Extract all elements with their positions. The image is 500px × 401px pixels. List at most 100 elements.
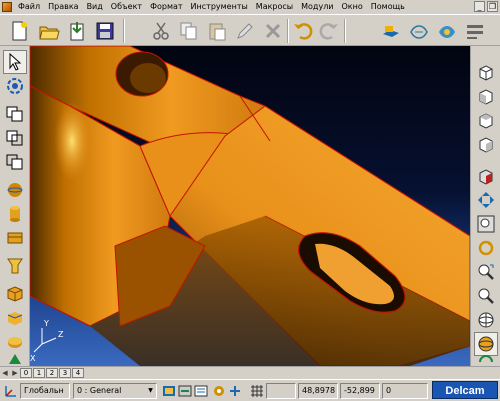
transform-button[interactable] [3, 74, 27, 98]
zoom-window-button[interactable] [474, 212, 498, 236]
menu-edit[interactable]: Правка [44, 0, 82, 14]
undo-button[interactable] [290, 18, 316, 44]
copy-button[interactable] [176, 18, 202, 44]
sphere-button[interactable] [3, 178, 27, 202]
axis-x-label: X [30, 354, 36, 363]
grid-size-field[interactable] [266, 383, 296, 399]
paste-button[interactable] [204, 18, 230, 44]
delcam-logo: Delcam [432, 381, 498, 399]
zoom-fit-button[interactable] [474, 188, 498, 212]
workplane-button[interactable] [2, 383, 20, 399]
view-top-button[interactable] [474, 108, 498, 132]
pan-button[interactable] [474, 260, 498, 284]
view-front-button[interactable] [474, 84, 498, 108]
view-side-button[interactable] [474, 132, 498, 156]
cylinder-button[interactable] [3, 202, 27, 226]
restore-button[interactable]: ❐ [487, 1, 498, 12]
tab-3[interactable]: 3 [59, 368, 71, 378]
settings-icon [467, 25, 483, 39]
tab-1[interactable]: 1 [33, 368, 45, 378]
rotate-icon [478, 240, 494, 256]
cone-button[interactable] [3, 254, 27, 278]
coord-y-field[interactable]: -52,899 [340, 383, 380, 399]
open-file-button[interactable] [36, 18, 62, 44]
tab-scroll-left[interactable]: ◀ [0, 368, 10, 378]
cut-icon [153, 22, 169, 40]
menu-object[interactable]: Объект [107, 0, 146, 14]
grid-button[interactable] [248, 383, 266, 399]
axis-y-label: Y [43, 319, 49, 328]
menu-window[interactable]: Окно [338, 0, 367, 14]
shading-button[interactable] [434, 18, 460, 44]
revolve-button[interactable] [3, 282, 27, 306]
coord-x-field[interactable]: 48,8978 [298, 383, 338, 399]
refresh-button[interactable] [474, 354, 498, 366]
view-side-icon [479, 137, 493, 153]
zoom-window-icon [477, 215, 495, 233]
delete-button[interactable] [260, 18, 286, 44]
level-filter-button[interactable] [192, 383, 210, 399]
zoom-fit-icon [478, 192, 494, 208]
view-front-icon [479, 89, 493, 105]
new-file-button[interactable] [6, 18, 32, 44]
zoom-button[interactable] [474, 284, 498, 308]
sphere-view-button[interactable] [474, 308, 498, 332]
undo-icon [294, 23, 313, 40]
edit-icon [237, 23, 253, 39]
view-cube-icon [479, 169, 493, 185]
new-file-icon [12, 21, 27, 41]
grid-icon [251, 385, 263, 397]
menu-view[interactable]: Вид [83, 0, 107, 14]
properties-icon [383, 26, 399, 37]
workplane-select[interactable]: Глобальн [20, 383, 70, 399]
redo-button[interactable] [316, 18, 342, 44]
menu-macros[interactable]: Макросы [252, 0, 297, 14]
menu-tools[interactable]: Инструменты [187, 0, 252, 14]
menu-bar: Файл Правка Вид Объект Формат Инструмент… [0, 0, 500, 14]
properties-button[interactable] [378, 18, 404, 44]
level-select[interactable]: 0 : General ▼ [73, 383, 157, 399]
save-button[interactable] [92, 18, 118, 44]
menu-file[interactable]: Файл [14, 0, 44, 14]
toolbar-separator [123, 19, 125, 43]
coord-z-value: 0 [386, 386, 392, 395]
coord-z-field[interactable]: 0 [382, 383, 428, 399]
open-file-icon [39, 26, 60, 40]
minimize-button[interactable]: _ [474, 1, 485, 12]
snap-icon [230, 386, 240, 396]
box-subtract-button[interactable] [3, 126, 27, 150]
box-union-button[interactable] [3, 102, 27, 126]
axis-z-label: Z [58, 330, 64, 339]
view-cube-button[interactable] [474, 164, 498, 188]
left-toolbar [0, 46, 30, 366]
window-controls: _ ❐ [474, 1, 498, 12]
tab-scroll-right[interactable]: ▶ [10, 368, 20, 378]
tool-button[interactable] [3, 352, 27, 366]
axis-triad: Y Z X [30, 319, 64, 363]
view-iso-button[interactable] [474, 60, 498, 84]
tab-4[interactable]: 4 [72, 368, 84, 378]
menu-modules[interactable]: Модули [297, 0, 337, 14]
rotate-button[interactable] [474, 236, 498, 260]
tab-2[interactable]: 2 [46, 368, 58, 378]
tab-0[interactable]: 0 [20, 368, 32, 378]
select-button[interactable] [3, 50, 27, 74]
menu-format[interactable]: Формат [146, 0, 186, 14]
wireframe-button[interactable] [406, 18, 432, 44]
3d-viewport[interactable]: Y Z X [30, 46, 470, 366]
edit-button[interactable] [232, 18, 258, 44]
box-intersect-button[interactable] [3, 150, 27, 174]
snap-button[interactable] [226, 383, 244, 399]
import-button[interactable] [64, 18, 90, 44]
extrude-button[interactable] [3, 226, 27, 250]
copy-icon [180, 22, 197, 40]
import-icon [70, 22, 84, 41]
menu-help[interactable]: Помощь [367, 0, 409, 14]
blend-button[interactable] [3, 306, 27, 330]
revolve-icon [7, 286, 23, 302]
box-intersect-icon [6, 154, 23, 170]
coord-y-value: -52,899 [344, 386, 375, 395]
cut-button[interactable] [148, 18, 174, 44]
app-icon[interactable] [2, 2, 12, 12]
settings-button[interactable] [462, 18, 488, 44]
